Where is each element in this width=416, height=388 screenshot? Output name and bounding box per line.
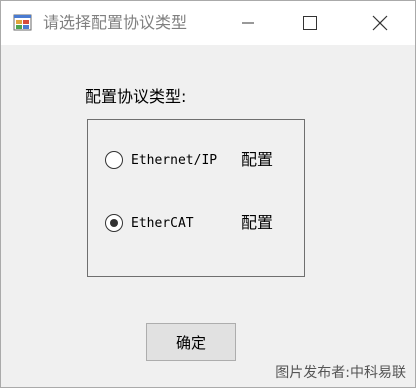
radio-button-ethercat[interactable] (105, 214, 123, 232)
minimize-button[interactable] (225, 1, 271, 45)
maximize-button[interactable] (287, 1, 333, 45)
protocol-groupbox (87, 119, 305, 277)
config-label-ethercat[interactable]: 配置 (241, 212, 273, 234)
ok-button[interactable]: 确定 (146, 323, 236, 361)
dialog-window: 请选择配置协议类型 配置协议类型: Ethernet/IP 配置 EtherCA… (0, 0, 416, 388)
app-form-icon (13, 13, 33, 33)
title-bar: 请选择配置协议类型 (1, 1, 415, 45)
radio-dot (110, 219, 118, 227)
radio-button-ethernet-ip[interactable] (105, 151, 123, 169)
maximize-icon (303, 16, 317, 30)
radio-option-ethercat[interactable]: EtherCAT (105, 212, 194, 234)
config-label-ethernet-ip[interactable]: 配置 (241, 149, 273, 171)
close-button[interactable] (357, 1, 403, 45)
window-title: 请选择配置协议类型 (43, 13, 188, 32)
radio-option-ethernet-ip[interactable]: Ethernet/IP (105, 149, 217, 171)
close-icon (372, 15, 388, 31)
radio-label-ethercat: EtherCAT (131, 215, 194, 231)
watermark-text: 图片发布者:中科易联 (275, 365, 406, 381)
protocol-type-label: 配置协议类型: (85, 87, 187, 106)
radio-label-ethernet-ip: Ethernet/IP (131, 152, 218, 168)
minimize-icon (242, 22, 254, 24)
